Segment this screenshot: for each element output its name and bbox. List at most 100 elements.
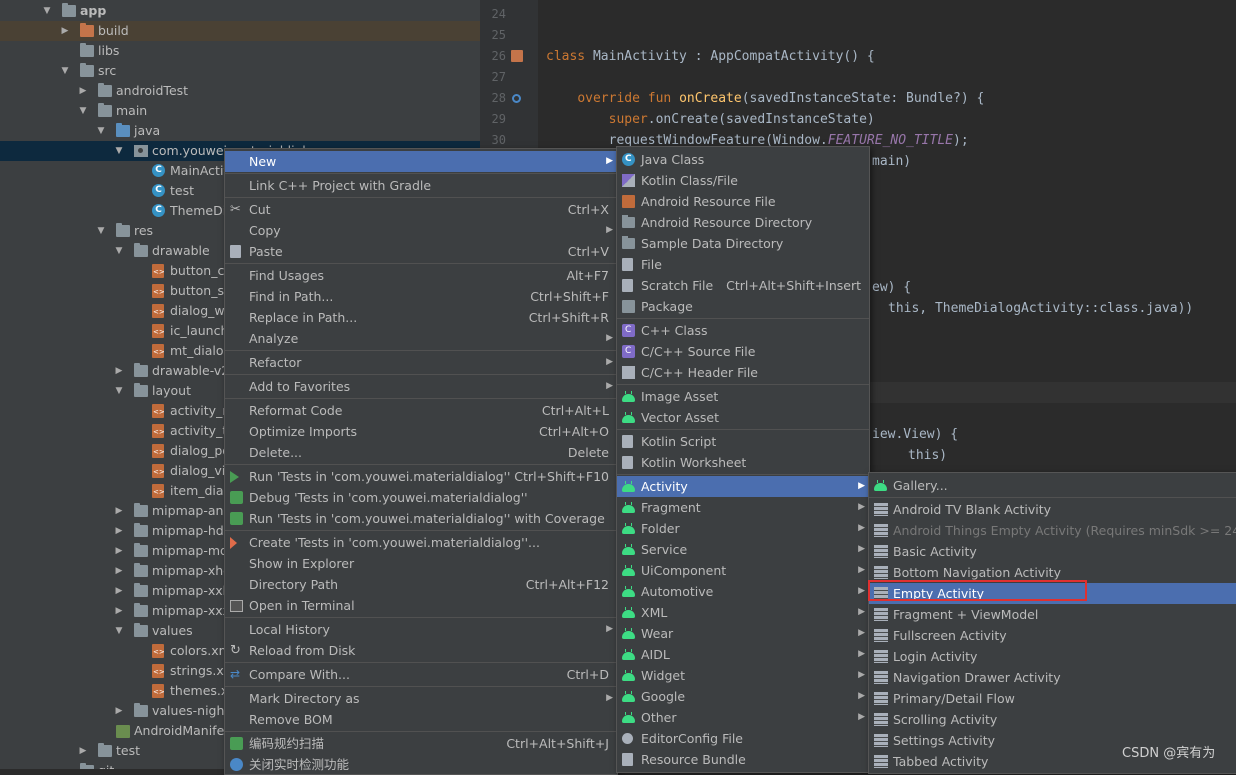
submenu-arrow-icon: ▶ xyxy=(606,693,613,703)
menu-item[interactable]: Wear ▶ xyxy=(617,623,869,644)
collapse-arrow-icon[interactable]: ▶ xyxy=(114,581,124,601)
expand-arrow-icon[interactable]: ▼ xyxy=(114,241,124,261)
xml-file-icon xyxy=(152,404,165,418)
menu-item[interactable]: Paste Ctrl+V xyxy=(225,241,617,262)
tree-item[interactable]: ▶ androidTest xyxy=(0,81,480,101)
expand-arrow-icon[interactable]: ▼ xyxy=(96,221,106,241)
debug-icon xyxy=(230,491,243,504)
menu-item[interactable]: Fullscreen Activity xyxy=(869,625,1236,646)
menu-item[interactable]: Run 'Tests in 'com.youwei.materialdialog… xyxy=(225,466,617,487)
menu-item[interactable]: Scrolling Activity xyxy=(869,709,1236,730)
expand-arrow-icon[interactable]: ▼ xyxy=(78,101,88,121)
collapse-arrow-icon[interactable]: ▶ xyxy=(114,701,124,721)
menu-item[interactable]: Google ▶ xyxy=(617,686,869,707)
expand-arrow-icon[interactable]: ▼ xyxy=(60,61,70,81)
menu-item[interactable]: Sample Data Directory xyxy=(617,233,869,254)
collapse-arrow-icon[interactable]: ▶ xyxy=(78,741,88,761)
menu-item[interactable]: Copy ▶ xyxy=(225,220,617,241)
menu-item[interactable]: Java Class xyxy=(617,149,869,170)
menu-item[interactable]: 编码规约扫描 Ctrl+Alt+Shift+J xyxy=(225,733,617,754)
tree-item[interactable]: ▶ build xyxy=(0,21,480,41)
menu-item[interactable]: Reformat Code Ctrl+Alt+L xyxy=(225,400,617,421)
collapse-arrow-icon[interactable]: ▶ xyxy=(114,601,124,621)
menu-item[interactable]: Primary/Detail Flow xyxy=(869,688,1236,709)
menu-item[interactable]: Mark Directory as ▶ xyxy=(225,688,617,709)
menu-item[interactable]: Remove BOM xyxy=(225,709,617,730)
menu-item[interactable]: Directory Path Ctrl+Alt+F12 xyxy=(225,574,617,595)
expand-arrow-icon[interactable]: ▼ xyxy=(114,621,124,641)
menu-item[interactable]: Basic Activity xyxy=(869,541,1236,562)
menu-item[interactable]: Service ▶ xyxy=(617,539,869,560)
expand-arrow-icon[interactable]: ▼ xyxy=(42,1,52,21)
menu-item[interactable]: C/C++ Source File xyxy=(617,341,869,362)
collapse-arrow-icon[interactable]: ▶ xyxy=(114,501,124,521)
menu-item[interactable]: Open in Terminal xyxy=(225,595,617,616)
tree-item[interactable]: libs xyxy=(0,41,480,61)
menu-item[interactable]: Kotlin Script xyxy=(617,431,869,452)
collapse-arrow-icon[interactable]: ▶ xyxy=(60,21,70,41)
menu-item[interactable]: Activity ▶ xyxy=(617,476,869,497)
menu-item[interactable]: Debug 'Tests in 'com.youwei.materialdial… xyxy=(225,487,617,508)
menu-item[interactable]: Folder ▶ xyxy=(617,518,869,539)
menu-item[interactable]: Other ▶ xyxy=(617,707,869,728)
menu-item[interactable]: Show in Explorer xyxy=(225,553,617,574)
menu-item[interactable]: Widget ▶ xyxy=(617,665,869,686)
menu-item[interactable]: Android Resource File xyxy=(617,191,869,212)
menu-item[interactable]: Find Usages Alt+F7 xyxy=(225,265,617,286)
expand-arrow-icon[interactable]: ▼ xyxy=(96,121,106,141)
menu-item[interactable]: ⇄ Compare With... Ctrl+D xyxy=(225,664,617,685)
menu-item[interactable]: Run 'Tests in 'com.youwei.materialdialog… xyxy=(225,508,617,529)
menu-item[interactable]: 关闭实时检测功能 xyxy=(225,754,617,775)
menu-item[interactable]: Optimize Imports Ctrl+Alt+O xyxy=(225,421,617,442)
menu-item[interactable]: Create 'Tests in 'com.youwei.materialdia… xyxy=(225,532,617,553)
menu-item[interactable]: C/C++ Header File xyxy=(617,362,869,383)
menu-item[interactable]: Kotlin Class/File xyxy=(617,170,869,191)
menu-item[interactable]: ↻ Reload from Disk xyxy=(225,640,617,661)
menu-item[interactable]: Analyze ▶ xyxy=(225,328,617,349)
menu-item[interactable]: Vector Asset xyxy=(617,407,869,428)
menu-item[interactable]: Image Asset xyxy=(617,386,869,407)
collapse-arrow-icon[interactable]: ▶ xyxy=(114,361,124,381)
menu-item[interactable]: C++ Class xyxy=(617,320,869,341)
menu-item[interactable]: New ▶ xyxy=(225,151,617,172)
collapse-arrow-icon[interactable]: ▶ xyxy=(114,541,124,561)
code-fragment: this, ThemeDialogActivity::class.java)) xyxy=(888,301,1194,316)
override-gutter-icon[interactable] xyxy=(512,94,521,103)
tree-item[interactable]: ▼ src xyxy=(0,61,480,81)
menu-item[interactable]: Link C++ Project with Gradle xyxy=(225,175,617,196)
tree-item[interactable]: ▼ java xyxy=(0,121,480,141)
menu-item[interactable]: Navigation Drawer Activity xyxy=(869,667,1236,688)
collapse-arrow-icon[interactable]: ▶ xyxy=(114,521,124,541)
menu-item[interactable]: Fragment + ViewModel xyxy=(869,604,1236,625)
menu-item[interactable]: Local History ▶ xyxy=(225,619,617,640)
menu-item[interactable]: ✂ Cut Ctrl+X xyxy=(225,199,617,220)
collapse-arrow-icon[interactable]: ▶ xyxy=(78,81,88,101)
class-gutter-icon[interactable] xyxy=(511,50,523,62)
menu-item[interactable]: Refactor ▶ xyxy=(225,352,617,373)
menu-item[interactable]: Package xyxy=(617,296,869,317)
menu-item[interactable]: Login Activity xyxy=(869,646,1236,667)
menu-item[interactable]: Resource Bundle xyxy=(617,749,869,770)
menu-item[interactable]: Replace in Path... Ctrl+Shift+R xyxy=(225,307,617,328)
menu-item[interactable]: Automotive ▶ xyxy=(617,581,869,602)
menu-item[interactable]: Kotlin Worksheet xyxy=(617,452,869,473)
expand-arrow-icon[interactable]: ▼ xyxy=(114,141,124,161)
xml-file-icon xyxy=(152,424,165,438)
collapse-arrow-icon[interactable]: ▶ xyxy=(114,561,124,581)
menu-item[interactable]: EditorConfig File xyxy=(617,728,869,749)
menu-item[interactable]: Fragment ▶ xyxy=(617,497,869,518)
menu-item[interactable]: Gallery... xyxy=(869,475,1236,496)
menu-item[interactable]: Delete... Delete xyxy=(225,442,617,463)
tree-item[interactable]: ▼ main xyxy=(0,101,480,121)
menu-item[interactable]: AIDL ▶ xyxy=(617,644,869,665)
menu-item[interactable]: UiComponent ▶ xyxy=(617,560,869,581)
menu-item[interactable]: File xyxy=(617,254,869,275)
menu-item[interactable]: Find in Path... Ctrl+Shift+F xyxy=(225,286,617,307)
menu-item[interactable]: XML ▶ xyxy=(617,602,869,623)
menu-item[interactable]: Scratch File Ctrl+Alt+Shift+Insert xyxy=(617,275,869,296)
tree-item[interactable]: ▼ app xyxy=(0,1,480,21)
menu-item[interactable]: Android TV Blank Activity xyxy=(869,499,1236,520)
menu-item[interactable]: Add to Favorites ▶ xyxy=(225,376,617,397)
menu-item[interactable]: Android Resource Directory xyxy=(617,212,869,233)
expand-arrow-icon[interactable]: ▼ xyxy=(114,381,124,401)
